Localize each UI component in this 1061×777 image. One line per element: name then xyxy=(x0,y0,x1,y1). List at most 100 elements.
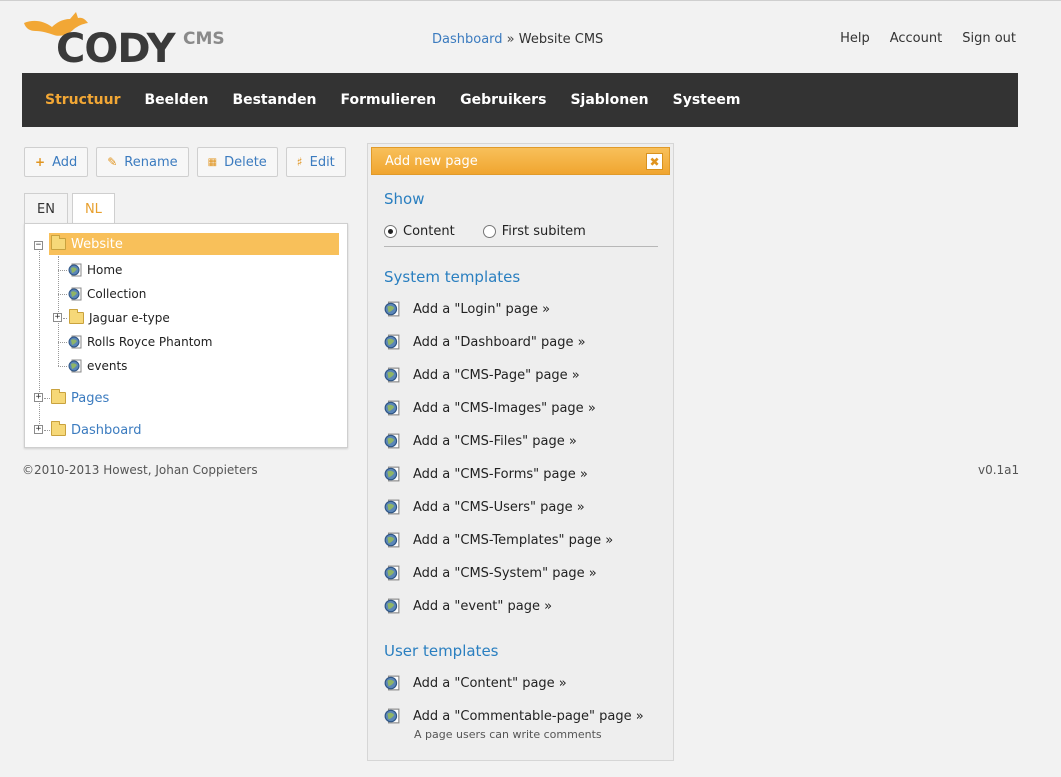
tree-node-label: events xyxy=(87,359,128,373)
rename-button-label: Rename xyxy=(124,154,178,170)
tree-node-collection[interactable]: Collection xyxy=(68,283,146,305)
expand-pages-icon[interactable]: + xyxy=(34,393,43,402)
globe-page-icon xyxy=(68,287,82,301)
folder-icon xyxy=(51,389,66,404)
edit-button[interactable]: ♯ Edit xyxy=(285,147,346,177)
nav-item-beelden[interactable]: Beelden xyxy=(144,92,208,108)
globe-page-icon xyxy=(68,263,82,277)
show-heading: Show xyxy=(384,190,425,208)
globe-page-icon xyxy=(384,433,400,449)
wrench-icon: ♯ xyxy=(296,155,303,169)
edit-button-label: Edit xyxy=(309,154,335,170)
add-button[interactable]: + Add xyxy=(24,147,89,177)
tree-connector xyxy=(58,270,67,271)
tree-node-label: Rolls Royce Phantom xyxy=(87,335,213,349)
globe-page-icon xyxy=(384,334,400,350)
nav-item-structuur[interactable]: Structuur xyxy=(45,92,120,108)
system-template-link[interactable]: Add a "CMS-Users" page » xyxy=(384,499,585,515)
radio-unselected-icon xyxy=(482,225,496,238)
main-nav: Structuur Beelden Bestanden Formulieren … xyxy=(22,73,1018,127)
delete-button-label: Delete xyxy=(224,154,267,170)
globe-page-icon xyxy=(384,499,400,515)
template-label: Add a "CMS-Forms" page » xyxy=(413,466,588,482)
expand-jaguar-icon[interactable]: + xyxy=(53,313,62,322)
template-label: Add a "Login" page » xyxy=(413,301,551,317)
rename-button[interactable]: ✎ Rename xyxy=(96,147,189,177)
tree-node-label: Website xyxy=(71,236,123,252)
radio-label: Content xyxy=(403,224,455,239)
system-template-link[interactable]: Add a "CMS-Forms" page » xyxy=(384,466,588,482)
system-template-link[interactable]: Add a "Dashboard" page » xyxy=(384,334,586,350)
trash-icon: ▦ xyxy=(207,156,218,168)
page-tree: − + + + Website Home Collection Jaguar e… xyxy=(24,223,348,448)
nav-item-sjablonen[interactable]: Sjablonen xyxy=(570,92,648,108)
nav-item-systeem[interactable]: Systeem xyxy=(673,92,741,108)
nav-item-formulieren[interactable]: Formulieren xyxy=(341,92,437,108)
help-link[interactable]: Help xyxy=(840,31,870,46)
version-text: v0.1a1 xyxy=(978,463,1020,477)
globe-page-icon xyxy=(384,598,400,614)
system-template-link[interactable]: Add a "CMS-Templates" page » xyxy=(384,532,613,548)
language-tabs: EN NL xyxy=(24,193,115,225)
globe-page-icon xyxy=(68,359,82,373)
user-template-link[interactable]: Add a "Content" page » xyxy=(384,675,567,691)
breadcrumb-dashboard-link[interactable]: Dashboard xyxy=(432,32,503,47)
close-icon[interactable]: ✖ xyxy=(646,153,663,170)
plus-icon: + xyxy=(35,155,46,169)
tree-node-pages[interactable]: Pages xyxy=(51,387,109,409)
tree-connector xyxy=(58,366,67,367)
tree-node-website[interactable]: Website xyxy=(49,233,339,255)
folder-icon xyxy=(51,421,66,436)
add-button-label: Add xyxy=(52,154,78,170)
delete-button[interactable]: ▦ Delete xyxy=(196,147,278,177)
cody-logo[interactable]: CODY CMS xyxy=(22,9,225,71)
system-template-link[interactable]: Add a "CMS-Files" page » xyxy=(384,433,577,449)
globe-page-icon xyxy=(384,367,400,383)
template-label: Add a "Content" page » xyxy=(413,675,567,691)
system-template-link[interactable]: Add a "CMS-Page" page » xyxy=(384,367,580,383)
tree-connector xyxy=(58,256,59,366)
tree-connector xyxy=(63,318,67,319)
sign-out-link[interactable]: Sign out xyxy=(962,31,1016,46)
expand-dashboard-icon[interactable]: + xyxy=(34,425,43,434)
collapse-website-icon[interactable]: − xyxy=(34,241,43,250)
tree-node-events[interactable]: events xyxy=(68,355,127,377)
show-content-radio[interactable]: Content xyxy=(384,224,455,246)
globe-page-icon xyxy=(384,301,400,317)
tree-node-label: Jaguar e-type xyxy=(89,311,170,325)
breadcrumb-separator: » xyxy=(506,32,515,47)
template-description: A page users can write comments xyxy=(414,728,602,741)
system-template-link[interactable]: Add a "CMS-System" page » xyxy=(384,565,597,581)
tree-node-label: Collection xyxy=(87,287,147,301)
nav-item-bestanden[interactable]: Bestanden xyxy=(232,92,316,108)
tab-nl[interactable]: NL xyxy=(71,193,115,225)
breadcrumb-current: Website CMS xyxy=(518,32,604,47)
template-label: Add a "event" page » xyxy=(413,598,553,614)
template-label: Add a "CMS-Users" page » xyxy=(413,499,585,515)
template-label: Add a "Commentable-page" page » xyxy=(413,708,644,724)
globe-page-icon xyxy=(384,400,400,416)
show-first-subitem-radio[interactable]: First subitem xyxy=(482,224,586,246)
system-template-link[interactable]: Add a "event" page » xyxy=(384,598,552,614)
system-template-link[interactable]: Add a "CMS-Images" page » xyxy=(384,400,596,416)
system-template-link[interactable]: Add a "Login" page » xyxy=(384,301,550,317)
panel-header: Add new page ✖ xyxy=(371,147,670,175)
tree-node-jaguar[interactable]: Jaguar e-type xyxy=(69,307,170,329)
tree-node-rolls-royce[interactable]: Rolls Royce Phantom xyxy=(68,331,212,353)
tree-node-dashboard[interactable]: Dashboard xyxy=(51,419,142,441)
radio-selected-icon xyxy=(384,225,397,238)
nav-item-gebruikers[interactable]: Gebruikers xyxy=(460,92,546,108)
panel-title: Add new page xyxy=(385,153,478,169)
account-link[interactable]: Account xyxy=(890,31,943,46)
globe-page-icon xyxy=(384,532,400,548)
template-label: Add a "Dashboard" page » xyxy=(413,334,586,350)
tree-toolbar: + Add ✎ Rename ▦ Delete ♯ Edit xyxy=(24,147,346,177)
globe-page-icon xyxy=(384,565,400,581)
copyright-text: ©2010-2013 Howest, Johan Coppieters xyxy=(22,463,258,477)
tree-node-label: Pages xyxy=(71,390,110,406)
tab-en[interactable]: EN xyxy=(24,193,68,224)
user-template-link[interactable]: Add a "Commentable-page" page » xyxy=(384,708,644,724)
tree-node-home[interactable]: Home xyxy=(68,259,122,281)
globe-page-icon xyxy=(384,466,400,482)
template-label: Add a "CMS-Templates" page » xyxy=(413,532,614,548)
